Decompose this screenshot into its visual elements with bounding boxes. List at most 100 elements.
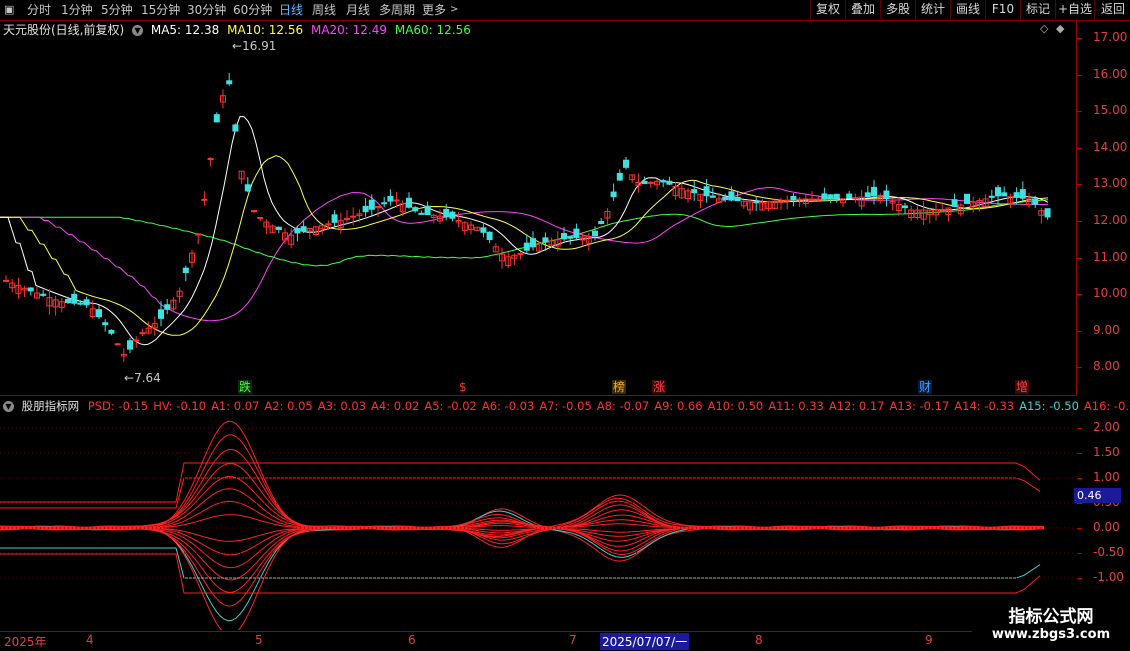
indicator-value: A14: -0.33 bbox=[954, 399, 1015, 413]
candle-body bbox=[846, 193, 853, 199]
candle-body bbox=[362, 205, 369, 213]
candlesticks bbox=[3, 72, 1051, 362]
low-price-label: ←7.64 bbox=[124, 371, 161, 385]
candle-body bbox=[833, 193, 840, 200]
candle-body bbox=[40, 293, 47, 296]
cursor-date-label: 2025/07/07/一 bbox=[600, 633, 690, 650]
candle-body bbox=[864, 192, 871, 197]
candle-body bbox=[641, 180, 648, 185]
candle-body bbox=[275, 226, 282, 230]
candle-body bbox=[883, 190, 890, 200]
y-tick bbox=[1077, 184, 1082, 186]
indicator-name[interactable]: 股朋指标网 bbox=[22, 399, 80, 413]
candle-body bbox=[158, 309, 164, 319]
y-tick bbox=[1077, 221, 1082, 222]
date-axis[interactable]: 2025年 4 5 6 7 2025/07/07/一 8 9 bbox=[0, 631, 1076, 651]
y-tick-label: 14.00 bbox=[1093, 139, 1128, 154]
indicator-value: A16: -0.66 bbox=[1083, 399, 1130, 413]
candle-body bbox=[207, 157, 214, 160]
y-tick-label: 12.00 bbox=[1093, 213, 1128, 227]
indicator-value: A6: -0.03 bbox=[481, 399, 535, 413]
candle-body bbox=[108, 329, 115, 334]
candle-body bbox=[592, 230, 598, 237]
y-tick bbox=[1077, 553, 1082, 554]
main-y-axis: 17.00 16.00 15.00 14.00 13.00 12.00 11.00 10.00… bbox=[1077, 21, 1130, 396]
candle-body bbox=[964, 193, 970, 204]
candle-body bbox=[387, 195, 394, 202]
candle-body bbox=[182, 267, 189, 273]
candle-body bbox=[294, 228, 301, 234]
candle-body bbox=[83, 299, 90, 306]
indicator-y-axis: 2.001.501.000.500.00-0.50-1.00 bbox=[1077, 397, 1130, 631]
candle-body bbox=[623, 159, 629, 168]
candle-body bbox=[114, 343, 121, 346]
ma5-line bbox=[0, 115, 1049, 346]
candle-body bbox=[139, 332, 146, 335]
price-chart[interactable] bbox=[0, 0, 1076, 630]
candle-body bbox=[27, 287, 34, 292]
signal-increase: 增 bbox=[1015, 380, 1030, 394]
y-tick-label: 11.00 bbox=[1093, 249, 1128, 264]
candle-body bbox=[412, 207, 419, 212]
date-label: 8 bbox=[755, 633, 763, 647]
indicator-value: HV: -0.10 bbox=[153, 399, 207, 413]
y-tick bbox=[1077, 257, 1082, 259]
candle-body bbox=[232, 124, 239, 132]
candle-body bbox=[486, 231, 493, 241]
indicator-value: A10: 0.50 bbox=[707, 399, 764, 413]
y-tick-label: 10.00 bbox=[1093, 286, 1128, 301]
candle-body bbox=[96, 309, 102, 318]
candle-body bbox=[257, 216, 264, 219]
candle-body bbox=[951, 199, 958, 207]
candle-body bbox=[71, 293, 78, 304]
candle-body bbox=[244, 184, 251, 192]
candle-body bbox=[443, 208, 450, 218]
candle-body bbox=[542, 237, 549, 243]
y-tick-label: 0.00 bbox=[1093, 520, 1120, 534]
indicator-value: PSD: -0.15 bbox=[87, 399, 149, 413]
indicator-band bbox=[0, 462, 1041, 503]
ma-polyline bbox=[0, 115, 1049, 346]
candle-body bbox=[213, 114, 220, 123]
current-value-box: 0.46 bbox=[1074, 488, 1121, 503]
candle-body bbox=[418, 212, 425, 215]
y-tick bbox=[1077, 367, 1082, 369]
y-tick-label: 1.50 bbox=[1093, 445, 1120, 459]
candle-body bbox=[133, 339, 140, 342]
indicator-value: A3: 0.03 bbox=[317, 399, 367, 413]
chevron-down-icon[interactable]: ▼ bbox=[3, 401, 14, 412]
candle-body bbox=[300, 226, 307, 232]
indicator-value: A5: -0.02 bbox=[424, 399, 477, 413]
candle-body bbox=[480, 227, 487, 233]
y-tick-label: 15.00 bbox=[1093, 103, 1128, 118]
candle-body bbox=[790, 195, 797, 201]
candle-body bbox=[567, 236, 574, 239]
candle-body bbox=[1019, 189, 1026, 199]
date-label: 6 bbox=[408, 633, 416, 647]
candle-body bbox=[728, 191, 735, 201]
candle-body bbox=[406, 197, 412, 208]
candle-body bbox=[734, 196, 741, 202]
signal-finance: 财 bbox=[918, 380, 933, 394]
candle-body bbox=[226, 80, 233, 85]
y-tick bbox=[1077, 147, 1082, 149]
candle-body bbox=[691, 189, 698, 194]
candle-body bbox=[809, 198, 815, 201]
candle-body bbox=[1044, 208, 1051, 218]
candle-body bbox=[164, 304, 171, 310]
y-tick bbox=[1077, 294, 1082, 296]
candle-body bbox=[344, 217, 350, 220]
back-button[interactable]: 返回 bbox=[1094, 0, 1130, 19]
indicator-value: A9: 0.66 bbox=[654, 399, 703, 413]
y-tick-label: 1.00 bbox=[1093, 470, 1120, 484]
date-label: 7 bbox=[569, 633, 577, 647]
candle-body bbox=[871, 186, 877, 197]
signal-rise: 涨 bbox=[652, 380, 667, 394]
ma20-line bbox=[0, 186, 1049, 322]
candle-body bbox=[381, 202, 388, 205]
candle-body bbox=[753, 201, 760, 204]
candle-body bbox=[573, 228, 580, 239]
candle-body bbox=[1032, 198, 1039, 205]
candle-body bbox=[530, 238, 536, 248]
y-tick bbox=[1077, 330, 1082, 332]
